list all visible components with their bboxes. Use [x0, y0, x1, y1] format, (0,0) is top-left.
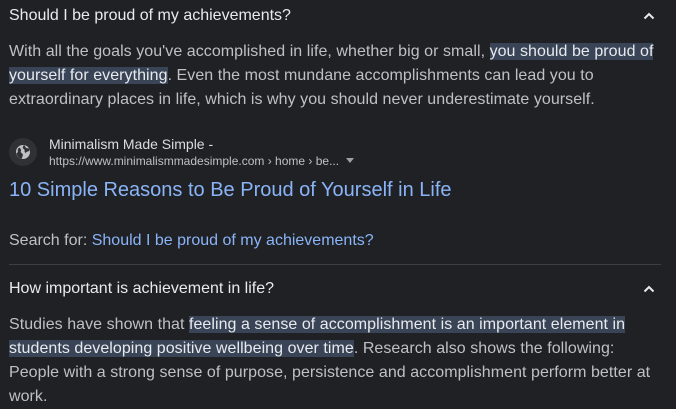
source-url[interactable]: https://www.minimalismmadesimple.com › h… — [49, 153, 355, 169]
faq-question-2: How important is achievement in life? — [9, 280, 275, 297]
faq-question-row-2[interactable]: How important is achievement in life? — [0, 271, 676, 305]
faq-divider — [9, 264, 661, 265]
url-dropdown-caret-icon[interactable] — [346, 158, 355, 163]
search-for-query-link[interactable]: Should I be proud of my achievements? — [92, 232, 374, 249]
faq-question-1: Should I be proud of my achievements? — [9, 7, 291, 24]
answer-1-text-start: With all the goals you've accomplished i… — [9, 43, 490, 60]
source-url-text: https://www.minimalismmadesimple.com › h… — [49, 154, 340, 168]
chevron-up-icon[interactable] — [642, 9, 656, 23]
source-site-name[interactable]: Minimalism Made Simple - — [49, 135, 213, 153]
globe-icon — [9, 138, 37, 166]
result-title-link[interactable]: 10 Simple Reasons to Be Proud of Yoursel… — [9, 177, 452, 203]
faq-question-row-1[interactable]: Should I be proud of my achievements? — [0, 0, 676, 34]
search-for-row: Search for: Should I be proud of my achi… — [9, 231, 374, 251]
faq-answer-1: With all the goals you've accomplished i… — [9, 40, 664, 112]
answer-2-text-start: Studies have shown that — [9, 316, 189, 333]
faq-answer-2: Studies have shown that feeling a sense … — [9, 313, 664, 409]
source-citation[interactable]: Minimalism Made Simple - https://www.min… — [9, 136, 509, 168]
search-for-label: Search for: — [9, 232, 88, 249]
chevron-up-icon[interactable] — [642, 282, 656, 296]
